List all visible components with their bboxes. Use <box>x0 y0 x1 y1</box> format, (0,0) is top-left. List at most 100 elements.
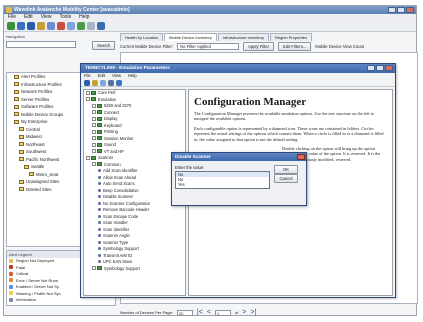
prev-page-icon[interactable]: < <box>207 309 211 316</box>
folder-icon <box>14 74 19 79</box>
menu-file[interactable]: File <box>8 14 16 21</box>
sync-icon[interactable] <box>67 22 75 30</box>
option-label: Sound <box>104 142 116 147</box>
option-label: Remove Barcode Header <box>103 207 150 212</box>
nav-item-label: Alert Profiles <box>21 74 46 79</box>
folder-icon <box>19 187 24 192</box>
filter-select[interactable]: No Filter Applied <box>177 42 240 50</box>
option-label: Core Perf <box>98 90 116 95</box>
menu-tools[interactable]: Tools <box>59 14 71 21</box>
folder-icon <box>19 134 24 139</box>
expand-toggle-icon[interactable] <box>92 142 96 147</box>
option-symbology-support[interactable]: Symbology Support <box>84 266 185 273</box>
emu-menu-edit[interactable]: Edit <box>98 73 105 79</box>
expand-toggle-icon[interactable] <box>92 162 96 167</box>
emulation-close-button[interactable] <box>385 65 393 71</box>
window-controls <box>388 7 414 13</box>
emu-menu-view[interactable]: View <box>112 73 121 79</box>
ok-button[interactable]: OK <box>274 165 298 174</box>
save-icon[interactable] <box>27 22 35 30</box>
tab-mobile-device-inventory[interactable]: Mobile Device Inventory <box>164 33 217 41</box>
menu-bar: File Edit View Tools Help <box>4 14 416 21</box>
option-label: Symbology Support <box>104 265 140 271</box>
close-button[interactable] <box>406 7 414 13</box>
next-page-icon[interactable]: > <box>242 309 246 316</box>
option-label: Auto Send Scans <box>103 181 135 186</box>
value-option[interactable]: Yes <box>176 182 269 187</box>
option-diamond-icon <box>98 260 101 264</box>
deploy-icon[interactable] <box>47 22 55 30</box>
expand-toggle-icon[interactable] <box>86 97 90 102</box>
folder-icon <box>19 142 24 147</box>
page-input[interactable]: 1 <box>214 309 231 316</box>
emu-help-icon[interactable] <box>116 79 122 86</box>
value-select[interactable]: No No Yes <box>175 171 270 189</box>
folder-icon <box>97 123 102 128</box>
emu-save-icon[interactable] <box>84 79 90 86</box>
help-paragraph: The Configuration Manager presents the a… <box>194 111 374 122</box>
folder-icon <box>14 89 19 94</box>
emu-find-icon[interactable] <box>108 79 114 86</box>
folder-icon <box>91 97 96 102</box>
emu-open-icon[interactable] <box>92 79 98 86</box>
expand-toggle-icon[interactable] <box>92 129 96 134</box>
option-label: VT and HP <box>104 148 124 154</box>
emu-menu-help[interactable]: Help <box>128 73 137 79</box>
expand-toggle-icon[interactable] <box>92 103 96 108</box>
emu-menu-file[interactable]: File <box>84 73 91 79</box>
alert-legend-label: Fatal <box>16 264 25 270</box>
emulation-title: TE9NCYL009 - Emulation Parameters <box>85 66 170 71</box>
tab-infrastructure-inventory[interactable]: Infrastructure Inventory <box>217 33 269 41</box>
expand-toggle-icon[interactable] <box>86 155 90 160</box>
nav-item-label: My Enterprise <box>21 119 48 124</box>
option-label: Printing <box>104 129 118 134</box>
menu-help[interactable]: Help <box>79 14 89 21</box>
tab-health-by-location[interactable]: Health by Location <box>120 33 164 41</box>
emulation-minimize-button[interactable] <box>367 65 375 71</box>
expand-toggle-icon[interactable] <box>92 123 96 128</box>
maximize-button[interactable] <box>397 7 405 13</box>
stop-icon[interactable] <box>57 22 65 30</box>
users-icon[interactable] <box>87 22 95 30</box>
help-icon[interactable] <box>97 22 105 30</box>
option-diamond-icon <box>98 188 101 192</box>
refresh-icon[interactable] <box>17 22 25 30</box>
option-label: Emulation <box>98 96 117 102</box>
expand-toggle-icon[interactable] <box>86 90 90 95</box>
folder-icon <box>97 162 102 167</box>
dialog-close-button[interactable] <box>297 154 305 160</box>
emu-copy-icon[interactable] <box>100 79 106 86</box>
last-page-icon[interactable]: >| <box>250 309 256 316</box>
main-title-bar: Wavelink Avalanche Mobility Center [avac… <box>4 6 416 14</box>
site-icon[interactable] <box>77 22 85 30</box>
edit-filters-button[interactable]: Edit Filters... <box>278 41 312 51</box>
folder-icon <box>19 149 24 154</box>
menu-view[interactable]: View <box>41 14 52 21</box>
search-input[interactable] <box>6 41 76 48</box>
alert-legend-label: Enabled / Server Not Sy <box>16 284 59 289</box>
connect-icon[interactable] <box>7 22 15 30</box>
option-label: Scan Identifier <box>103 226 130 232</box>
search-button[interactable]: Search <box>92 41 116 50</box>
minimize-button[interactable] <box>388 7 396 13</box>
expand-toggle-icon[interactable] <box>92 110 96 115</box>
option-label: Add Scan Identifier <box>103 168 138 173</box>
tab-region-properties[interactable]: Region Properties <box>269 33 312 41</box>
folder-icon[interactable] <box>37 22 45 30</box>
option-diamond-icon <box>98 227 101 231</box>
option-label: Allow Scan Ahead <box>103 174 136 180</box>
alert-status-icon <box>9 271 13 276</box>
folder-icon <box>19 179 24 184</box>
expand-toggle-icon[interactable] <box>92 136 96 141</box>
folder-icon <box>14 104 19 109</box>
apply-filter-button[interactable]: Apply Filter <box>243 41 275 51</box>
expand-toggle-icon[interactable] <box>92 149 96 154</box>
menu-edit[interactable]: Edit <box>24 14 33 21</box>
per-page-input[interactable]: 20 <box>176 309 193 316</box>
expand-toggle-icon[interactable] <box>92 266 96 271</box>
expand-toggle-icon[interactable] <box>92 116 96 121</box>
first-page-icon[interactable]: |< <box>197 309 203 316</box>
cancel-button[interactable]: Cancel <box>274 174 298 183</box>
alert-legend-label: Warning / Profile Not Syn <box>16 290 61 296</box>
emulation-maximize-button[interactable] <box>376 65 384 71</box>
